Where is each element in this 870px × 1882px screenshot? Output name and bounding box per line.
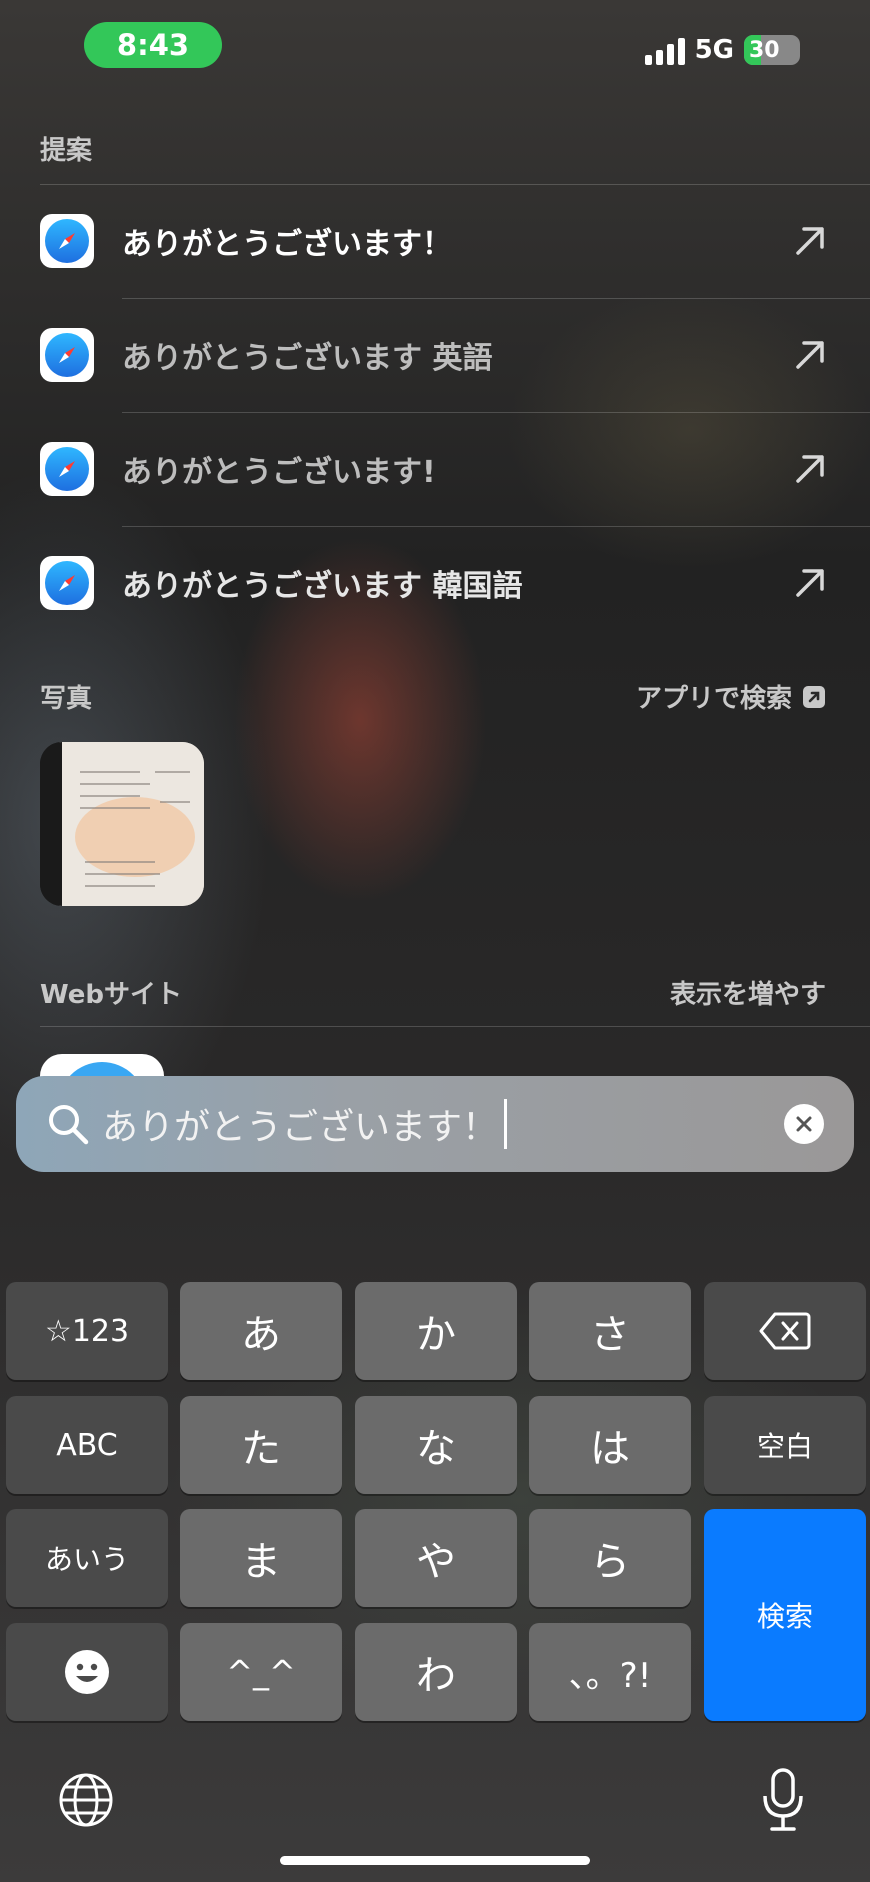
arrow-up-right-icon (796, 341, 824, 369)
suggestion-row-3[interactable]: ありがとうございます! (40, 412, 830, 526)
delete-icon (759, 1312, 811, 1350)
suggestion-row-4[interactable]: ありがとうございます 韓国語 (40, 526, 830, 640)
network-label: 5G (694, 35, 734, 65)
arrow-up-right-icon (796, 455, 824, 483)
emoji-icon (65, 1650, 109, 1694)
battery-level: 30 (749, 37, 780, 63)
suggestion-label: ありがとうございます! (122, 455, 436, 490)
suggestion-row-1[interactable]: ありがとうございます！ (40, 184, 830, 298)
suggestion-label: ありがとうございます 英語 (122, 341, 493, 376)
divider (40, 1026, 870, 1027)
text-cursor (504, 1099, 508, 1149)
open-external-icon (803, 685, 825, 708)
arrow-up-right-icon (796, 569, 824, 597)
key-ka[interactable]: か (355, 1282, 517, 1380)
key-ta[interactable]: た (180, 1396, 342, 1494)
search-in-app-link[interactable]: アプリで検索 (636, 678, 826, 715)
home-indicator[interactable] (280, 1856, 590, 1865)
safari-icon (40, 214, 94, 268)
key-abc[interactable]: ABC (6, 1396, 168, 1494)
key-sa[interactable]: さ (529, 1282, 691, 1380)
photo-thumbnail[interactable] (40, 742, 204, 906)
key-kaomoji[interactable]: ^_^ (180, 1623, 342, 1721)
key-ya[interactable]: や (355, 1509, 517, 1607)
battery-icon: 30 (744, 35, 800, 65)
show-more-link[interactable]: 表示を増やす (670, 974, 826, 1011)
key-numbers[interactable]: ☆123 (6, 1282, 168, 1380)
microphone-icon[interactable] (760, 1768, 806, 1832)
key-ra[interactable]: ら (529, 1509, 691, 1607)
backspace-key[interactable] (704, 1282, 866, 1380)
safari-icon (40, 442, 94, 496)
document-photo-image (40, 742, 204, 906)
key-a[interactable]: あ (180, 1282, 342, 1380)
key-ha[interactable]: は (529, 1396, 691, 1494)
close-icon (796, 1116, 812, 1132)
search-input[interactable]: ありがとうございます！ (102, 1098, 498, 1150)
photos-title: 写真 (40, 684, 93, 714)
arrow-up-right-icon (796, 227, 824, 255)
key-ma[interactable]: ま (180, 1509, 342, 1607)
safari-icon (40, 328, 94, 382)
key-kana-mode[interactable]: あいう (6, 1509, 168, 1607)
suggestions-title: 提案 (40, 136, 93, 166)
websites-title: Webサイト (40, 980, 182, 1010)
emoji-key[interactable] (6, 1623, 168, 1721)
key-wa[interactable]: わ (355, 1623, 517, 1721)
safari-icon (40, 556, 94, 610)
suggestion-label: ありがとうございます 韓国語 (122, 569, 523, 604)
search-in-app-label: アプリで検索 (635, 684, 792, 714)
time-label: 8:43 (116, 28, 190, 62)
globe-icon[interactable] (58, 1772, 114, 1828)
clear-button[interactable] (784, 1104, 824, 1144)
search-icon (49, 1105, 89, 1145)
status-indicators: 5G 30 (644, 30, 800, 70)
status-time: 8:43 (84, 22, 222, 68)
search-key[interactable]: 検索 (704, 1509, 866, 1721)
key-punctuation[interactable]: 、。?! (529, 1623, 691, 1721)
suggestion-label: ありがとうございます！ (122, 227, 452, 262)
signal-icon (644, 35, 685, 65)
suggestion-row-2[interactable]: ありがとうございます 英語 (40, 298, 830, 412)
space-key[interactable]: 空白 (704, 1396, 866, 1494)
search-bar[interactable]: ありがとうございます！ (16, 1076, 854, 1172)
key-na[interactable]: な (355, 1396, 517, 1494)
